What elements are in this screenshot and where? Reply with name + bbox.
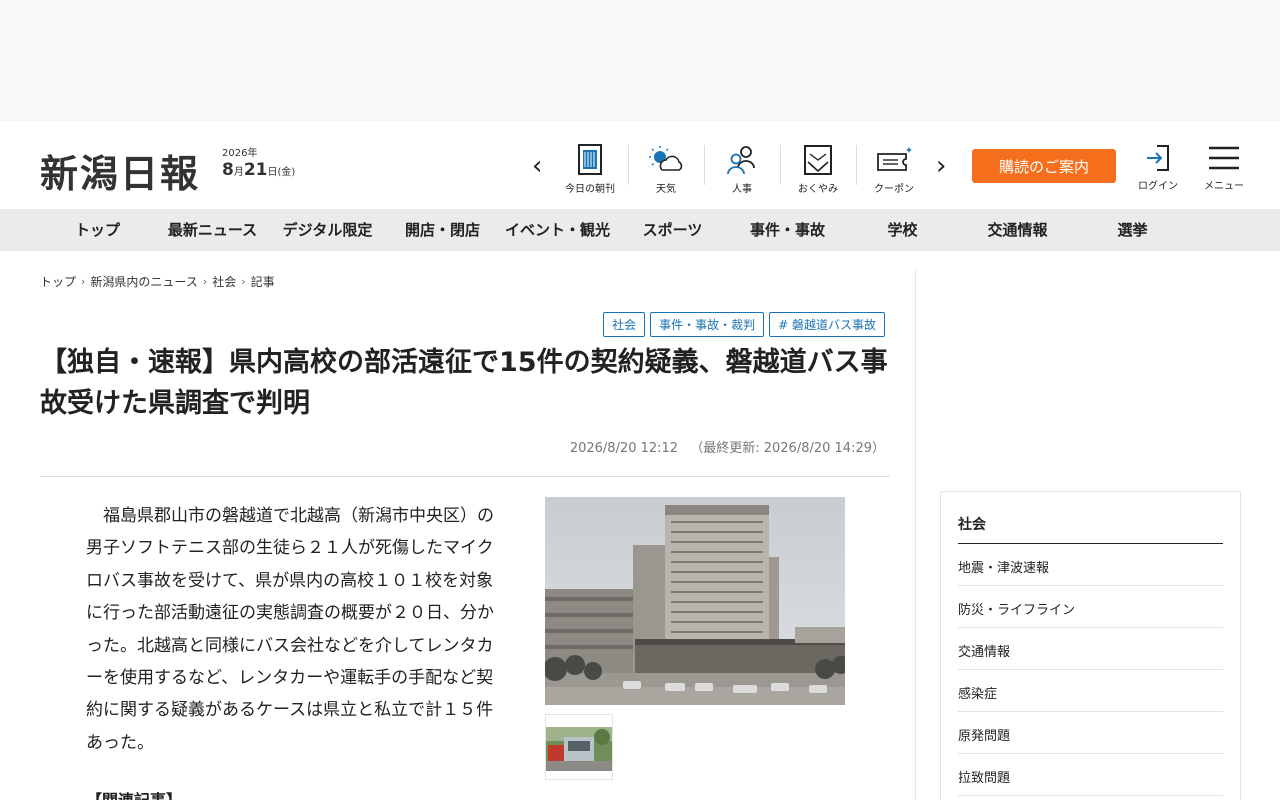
breadcrumb-local-news[interactable]: 新潟県内のニュース <box>90 273 197 290</box>
nav-item-digital[interactable]: デジタル限定 <box>270 209 385 251</box>
quick-link-weather[interactable]: 天気 <box>628 139 704 195</box>
tag-society[interactable]: 社会 <box>603 312 646 337</box>
updated-date: （最終更新: 2026/8/20 14:29） <box>690 441 885 456</box>
sidebar-item-disaster-prevention[interactable]: 防災・ライフライン <box>958 586 1223 628</box>
sidebar-item-infectious-disease[interactable]: 感染症 <box>958 670 1223 712</box>
nav-item-latest-news[interactable]: 最新ニュース <box>155 209 270 251</box>
quick-link-label: 人事 <box>732 184 752 195</box>
date-year: 2026年 <box>222 148 258 159</box>
nav-item-store-openings[interactable]: 開店・閉店 <box>385 209 500 251</box>
tag-bus-accident[interactable]: # 磐越道バス事故 <box>769 312 885 337</box>
breadcrumb-separator-icon: › <box>202 275 208 288</box>
login-label: ログイン <box>1138 181 1178 192</box>
weather-icon <box>649 146 683 171</box>
nav-item-sports[interactable]: スポーツ <box>615 209 730 251</box>
people-icon <box>727 146 755 175</box>
breadcrumb: トップ › 新潟県内のニュース › 社会 › 記事 <box>40 273 275 290</box>
quick-link-morning-paper[interactable]: 今日の朝刊 <box>552 139 628 195</box>
sidebar-item-earthquake[interactable]: 地震・津波速報 <box>958 544 1223 586</box>
nav-item-incidents[interactable]: 事件・事故 <box>730 209 845 251</box>
site-header: 新潟日報 2026年 8月21日(金) ‹ 今日の朝刊 天気 人事 おくやみ ク… <box>0 121 1280 209</box>
quick-link-condolence[interactable]: おくやみ <box>780 139 856 195</box>
site-logo[interactable]: 新潟日報 <box>40 143 200 198</box>
published-date: 2026/8/20 12:12 <box>569 441 679 456</box>
date-month-day: 8月21日(金) <box>222 160 296 180</box>
condolence-icon <box>804 145 832 175</box>
nav-item-events[interactable]: イベント・観光 <box>500 209 615 251</box>
quick-link-label: 天気 <box>656 184 676 195</box>
quick-links: 今日の朝刊 天気 人事 おくやみ クーポン <box>552 139 932 195</box>
login-icon <box>1147 145 1169 171</box>
breadcrumb-current: 記事 <box>250 275 275 289</box>
sidebar-item-abduction[interactable]: 拉致問題 <box>958 754 1223 796</box>
quick-link-coupon[interactable]: クーポン <box>856 139 932 195</box>
quick-link-label: クーポン <box>874 184 914 195</box>
breadcrumb-top[interactable]: トップ <box>40 273 76 290</box>
breadcrumb-separator-icon: › <box>241 275 246 288</box>
related-articles-heading: 【関連記事】 <box>86 787 182 800</box>
nav-item-elections[interactable]: 選挙 <box>1075 209 1190 251</box>
breadcrumb-society[interactable]: 社会 <box>212 273 236 290</box>
article-date: 2026/8/20 12:12 （最終更新: 2026/8/20 14:29） <box>570 437 885 456</box>
nav-item-top[interactable]: トップ <box>40 209 155 251</box>
sidebar-item-traffic[interactable]: 交通情報 <box>958 628 1223 670</box>
accident-scene-thumbnail-image <box>546 715 612 779</box>
quick-link-personnel[interactable]: 人事 <box>704 139 780 195</box>
sidebar-title: 社会 <box>958 492 1223 544</box>
article-thumbnail-photo[interactable] <box>545 714 613 780</box>
article-main-photo[interactable] <box>545 497 845 705</box>
sidebar-item-nuclear[interactable]: 原発問題 <box>958 712 1223 754</box>
menu-button[interactable]: メニュー <box>1198 143 1250 192</box>
sidebar-divider <box>915 270 916 800</box>
nav-item-traffic[interactable]: 交通情報 <box>960 209 1075 251</box>
quick-link-label: おくやみ <box>798 184 838 195</box>
nav-item-schools[interactable]: 学校 <box>845 209 960 251</box>
article-tags: 社会 事件・事故・裁判 # 磐越道バス事故 <box>603 312 885 337</box>
global-nav: トップ 最新ニュース デジタル限定 開店・閉店 イベント・観光 スポーツ 事件・… <box>0 209 1280 251</box>
login-button[interactable]: ログイン <box>1134 143 1182 192</box>
top-ad-area <box>0 0 1280 121</box>
article-divider <box>40 476 890 477</box>
article-body: 福島県郡山市の磐越道で北越高（新潟市中央区）の男子ソフトテニス部の生徒ら２１人が… <box>86 506 494 753</box>
today-date: 2026年 8月21日(金) <box>222 149 295 179</box>
newspaper-icon <box>578 144 602 175</box>
hamburger-menu-icon <box>1209 146 1239 170</box>
tag-incidents[interactable]: 事件・事故・裁判 <box>650 312 765 337</box>
subscribe-button[interactable]: 購読のご案内 <box>972 149 1116 183</box>
article-title: 【独自・速報】県内高校の部活遠征で15件の契約疑義、磐越道バス事故受けた県調査で… <box>40 347 888 419</box>
menu-label: メニュー <box>1204 181 1244 192</box>
quick-link-label: 今日の朝刊 <box>565 184 615 195</box>
breadcrumb-separator-icon: › <box>81 275 86 288</box>
coupon-icon <box>877 147 912 171</box>
prefectural-office-building-image <box>545 497 845 705</box>
quick-next-arrow-icon[interactable]: › <box>936 151 946 181</box>
sidebar-category-box: 社会 地震・津波速報 防災・ライフライン 交通情報 感染症 原発問題 拉致問題 <box>940 491 1241 800</box>
quick-prev-arrow-icon[interactable]: ‹ <box>532 151 542 181</box>
